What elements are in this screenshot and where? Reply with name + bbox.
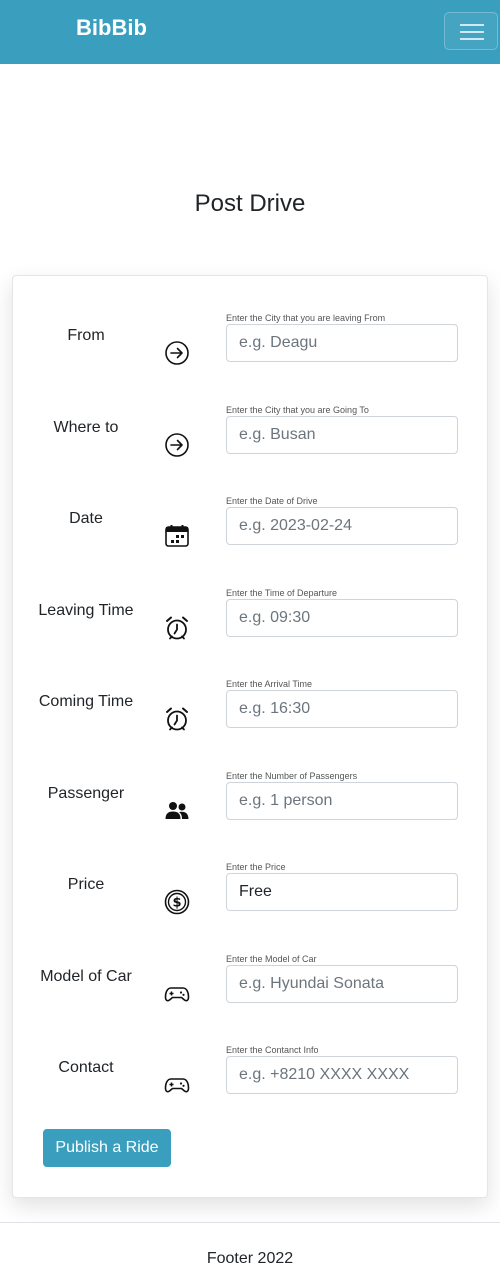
from-input[interactable] [226, 324, 458, 362]
price-input[interactable] [226, 873, 458, 911]
coming-time-input[interactable] [226, 690, 458, 728]
form-row-date: Date Enter the Date of Drive [13, 489, 489, 581]
field-label: Passenger [47, 785, 125, 802]
form-row-coming-time: Coming Time Enter the Arrival Time [13, 672, 489, 764]
form-row-where-to: Where to Enter the City that you are Goi… [13, 398, 489, 490]
form-row-contact: Contact Enter the Contanct Info [13, 1038, 489, 1130]
footer-text: Footer 2022 [206, 1250, 294, 1267]
field-label: Where to [53, 419, 119, 436]
field-label: Date [69, 510, 103, 527]
arrow-right-circle-icon [164, 432, 190, 458]
form-row-from: From Enter the City that you are leaving… [13, 306, 489, 398]
page-title: Post Drive [194, 190, 306, 217]
field-hint: Enter the Date of Drive [226, 496, 318, 506]
navbar: BibBib [0, 0, 500, 64]
controller-icon [164, 981, 190, 1007]
form-row-price: Price $ Enter the Price [13, 855, 489, 947]
field-label: Contact [58, 1059, 114, 1076]
form-row-leaving-time: Leaving Time Enter the Time of Departure [13, 581, 489, 673]
arrow-right-circle-icon [164, 340, 190, 366]
field-hint: Enter the Contanct Info [226, 1045, 319, 1055]
field-label: Model of Car [40, 968, 132, 985]
where-to-input[interactable] [226, 416, 458, 454]
menu-toggle-button[interactable] [444, 12, 498, 50]
people-icon [164, 798, 190, 824]
svg-text:$: $ [172, 896, 181, 911]
field-label: From [67, 327, 105, 344]
dollar-coin-icon: $ [164, 889, 190, 915]
field-label: Price [67, 876, 105, 893]
field-label: Coming Time [38, 693, 134, 710]
alarm-clock-icon [164, 615, 190, 641]
passenger-input[interactable] [226, 782, 458, 820]
footer-divider [0, 1222, 500, 1223]
calendar-icon [164, 523, 190, 549]
alarm-clock-icon [164, 706, 190, 732]
contact-input[interactable] [226, 1056, 458, 1094]
post-drive-form: From Enter the City that you are leaving… [12, 275, 488, 1198]
field-hint: Enter the Arrival Time [226, 679, 313, 689]
car-model-input[interactable] [226, 965, 458, 1003]
date-input[interactable] [226, 507, 458, 545]
field-hint: Enter the Price [226, 862, 286, 872]
publish-ride-button[interactable]: Publish a Ride [43, 1129, 171, 1167]
field-hint: Enter the City that you are Going To [226, 405, 369, 415]
brand-logo[interactable]: BibBib [76, 15, 147, 41]
hamburger-icon [460, 24, 484, 26]
field-hint: Enter the Time of Departure [226, 588, 338, 598]
field-hint: Enter the Number of Passengers [226, 771, 358, 781]
field-label: Leaving Time [38, 602, 134, 619]
form-row-passenger: Passenger Enter the Number of Passengers [13, 764, 489, 856]
controller-icon [164, 1072, 190, 1098]
form-row-model-of-car: Model of Car Enter the Model of Car [13, 947, 489, 1039]
leaving-time-input[interactable] [226, 599, 458, 637]
field-hint: Enter the City that you are leaving From [226, 313, 386, 323]
field-hint: Enter the Model of Car [226, 954, 317, 964]
